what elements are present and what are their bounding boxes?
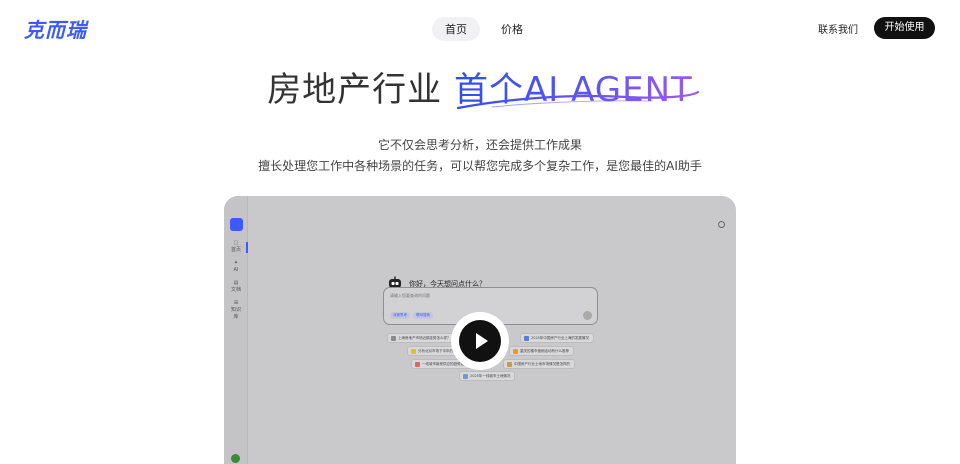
preview-sidebar-item-ai: ✦ AI: [229, 260, 243, 274]
preview-sidebar-label: 首页: [230, 247, 241, 253]
preview-chip-deep-think: 深度思考: [390, 312, 410, 319]
hero-title-plain: 房地产行业: [267, 70, 454, 110]
main-nav: 首页 价格: [432, 17, 536, 41]
hero-subtitle-1: 它不仅会思考分析，还会提供工作成果: [377, 138, 582, 152]
preview-mode-chips: 深度思考 联网搜索: [390, 312, 433, 319]
top-header: 克而瑞 首页 价格 联系我们 开始使用: [0, 0, 960, 56]
chart-icon: [391, 336, 396, 341]
bulb-icon: [411, 349, 416, 354]
preview-suggestion: 上海房地产市场近期走势怎么样？: [387, 333, 456, 343]
preview-settings-icon: [718, 221, 725, 228]
contact-us-link[interactable]: 联系我们: [818, 21, 858, 36]
doc-icon: [415, 362, 420, 367]
ai-icon: ✦: [233, 260, 239, 266]
preview-sidebar-item-home: ▢ 首页: [229, 240, 243, 254]
chart-icon: [463, 374, 468, 379]
preview-sidebar-label: AI: [233, 267, 239, 273]
preview-suggestion-text: 2025年一线城市土地情况: [470, 374, 511, 378]
person-icon: [507, 362, 512, 367]
preview-suggestion: 中国房产行业土地市场情况是怎样的: [503, 359, 575, 369]
preview-send-icon: [583, 311, 592, 320]
home-icon: ▢: [233, 240, 239, 246]
preview-suggestion-text: 上海房地产市场近期走势怎么样？: [398, 336, 451, 340]
preview-suggestion-text: 重庆的楼市营销活动有什么推荐: [520, 349, 569, 353]
star-icon: [513, 349, 518, 354]
play-button-circle: [459, 320, 501, 362]
start-using-button[interactable]: 开始使用: [874, 17, 935, 39]
preview-suggestion: 重庆的楼市营销活动有什么推荐: [509, 346, 574, 356]
preview-suggestion-text: 2025年中国房产行业上海的发展情况: [531, 336, 589, 340]
preview-app-logo: [230, 218, 243, 231]
docs-icon: ▤: [233, 280, 239, 286]
chart-icon: [524, 336, 529, 341]
brand-logo[interactable]: 克而瑞: [24, 14, 87, 43]
preview-sidebar-label: 文档: [230, 287, 241, 293]
preview-sidebar-item-docs: ▤ 文档: [229, 280, 243, 294]
preview-chip-web-search: 联网搜索: [413, 312, 433, 319]
preview-sidebar-active-indicator: [246, 242, 248, 253]
nav-item-home[interactable]: 首页: [432, 17, 480, 41]
nav-item-pricing[interactable]: 价格: [488, 17, 536, 41]
play-video-button[interactable]: [451, 312, 509, 370]
preview-suggestion: 2025年中国房产行业上海的发展情况: [520, 333, 594, 343]
app-preview-video[interactable]: ▢首页 ✦AI ▤文档 ⊞知识库 你好，今天想问点什么？ 深度思考 联网搜索: [224, 196, 736, 464]
play-icon: [476, 333, 488, 349]
knowledge-icon: ⊞: [233, 300, 239, 306]
hero-underline-decoration: [456, 90, 700, 110]
preview-sidebar-label: 知识库: [230, 307, 241, 320]
preview-question-field: [390, 293, 570, 298]
preview-sidebar-item-knowledge: ⊞ 知识库: [229, 300, 243, 320]
hero-subtitle-2: 擅长处理您工作中各种场景的任务，可以帮您完成多个复杂工作，是您最佳的AI助手: [258, 159, 702, 173]
preview-suggestion-text: 中国房产行业土地市场情况是怎样的: [514, 362, 570, 366]
preview-suggestion: 2025年一线城市土地情况: [459, 371, 516, 381]
preview-user-avatar: [231, 454, 240, 463]
preview-sidebar: ▢ 首页 ✦ AI ▤ 文档 ⊞ 知识库: [224, 196, 248, 464]
